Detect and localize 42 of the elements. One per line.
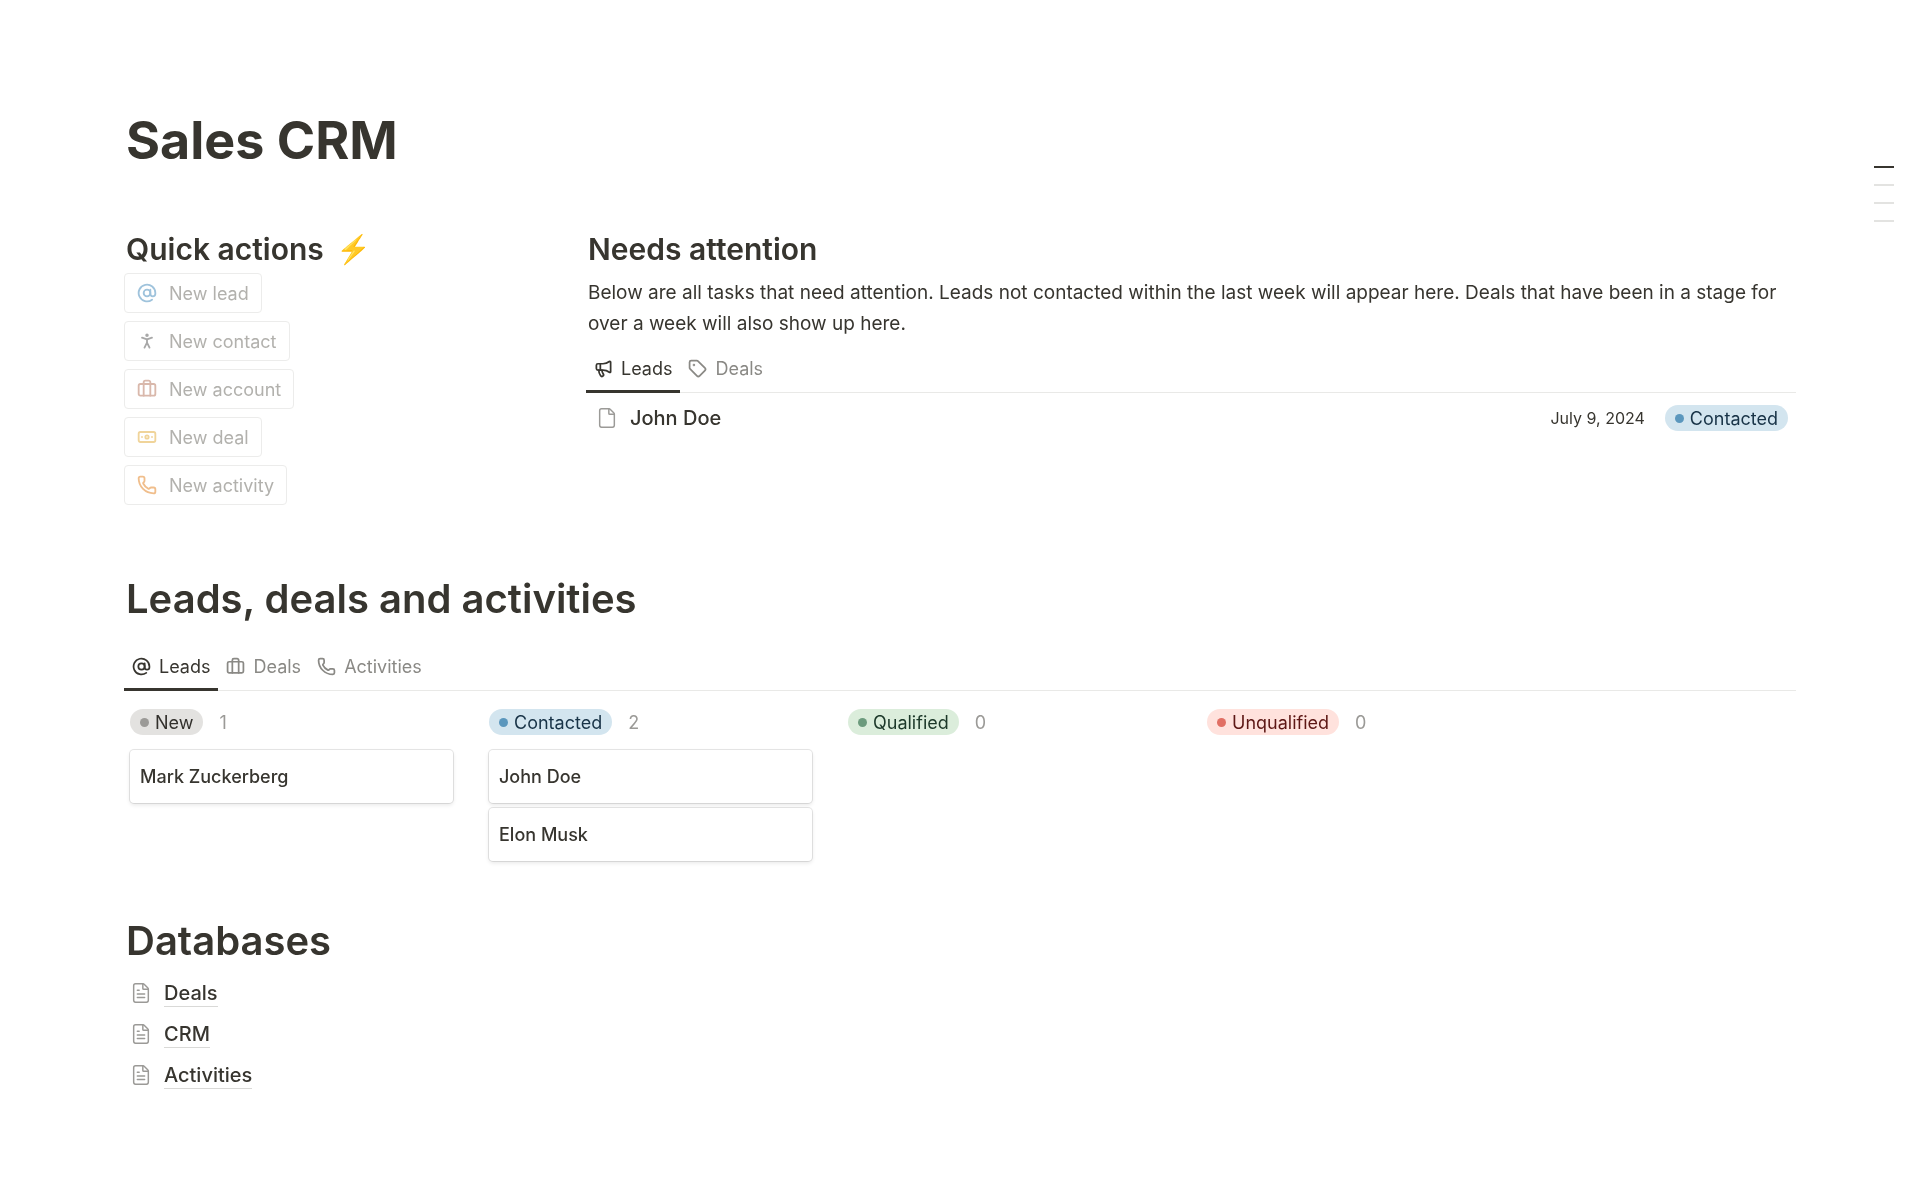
briefcase-icon bbox=[137, 379, 157, 399]
view-tab[interactable]: Leads bbox=[124, 645, 219, 691]
section-heading: Databases bbox=[126, 915, 333, 967]
status-tag: New bbox=[130, 709, 204, 735]
status-tag: Unqualified bbox=[1207, 709, 1340, 735]
database-link[interactable]: Activities bbox=[164, 1061, 253, 1089]
briefcase-icon bbox=[226, 657, 246, 676]
view-tab[interactable]: Leads bbox=[586, 347, 681, 393]
count-text: 0 bbox=[974, 710, 987, 735]
lead-link[interactable]: John Doe bbox=[630, 403, 722, 433]
lightning-emoji: ⚡ bbox=[335, 231, 371, 268]
outline-marker[interactable] bbox=[1874, 166, 1894, 168]
view-tab[interactable]: Deals bbox=[680, 347, 772, 393]
megaphone-icon bbox=[594, 359, 613, 378]
section-heading: Leads, deals and activities bbox=[126, 573, 638, 625]
page-icon bbox=[130, 1023, 152, 1045]
section-heading: Needs attention bbox=[588, 229, 819, 269]
status-tag: Contacted bbox=[489, 709, 613, 735]
count-text: 0 bbox=[1355, 710, 1367, 735]
view-tab[interactable]: Activities bbox=[309, 645, 430, 691]
database-link[interactable]: Deals bbox=[164, 979, 218, 1007]
status-tag: Contacted bbox=[1664, 405, 1788, 431]
at-icon bbox=[132, 657, 151, 676]
date-text: July 9, 2024 bbox=[1550, 407, 1645, 430]
page-title: Sales CRM bbox=[126, 108, 399, 173]
phone-icon bbox=[137, 475, 157, 495]
page-icon bbox=[596, 407, 618, 429]
section-heading: Quick actions bbox=[126, 229, 324, 269]
view-tab[interactable]: Deals bbox=[218, 645, 310, 691]
page-icon bbox=[130, 982, 152, 1004]
tag-icon bbox=[688, 359, 708, 378]
lead-card[interactable]: John Doe bbox=[489, 750, 812, 803]
count-text: 1 bbox=[219, 710, 227, 735]
lead-card[interactable]: Mark Zuckerberg bbox=[130, 750, 453, 803]
database-link[interactable]: CRM bbox=[164, 1020, 210, 1048]
at-icon bbox=[137, 283, 157, 303]
status-tag: Qualified bbox=[848, 709, 959, 735]
count-text: 2 bbox=[628, 710, 640, 735]
phone-icon bbox=[317, 657, 337, 676]
lead-card[interactable]: Elon Musk bbox=[489, 808, 812, 861]
description-text: Below are all tasks that need attention. Leads not contacted within the last week will appear here. Deals that have been in a stage for over a week will also show up here. bbox=[588, 280, 1778, 337]
page-icon bbox=[130, 1064, 152, 1086]
